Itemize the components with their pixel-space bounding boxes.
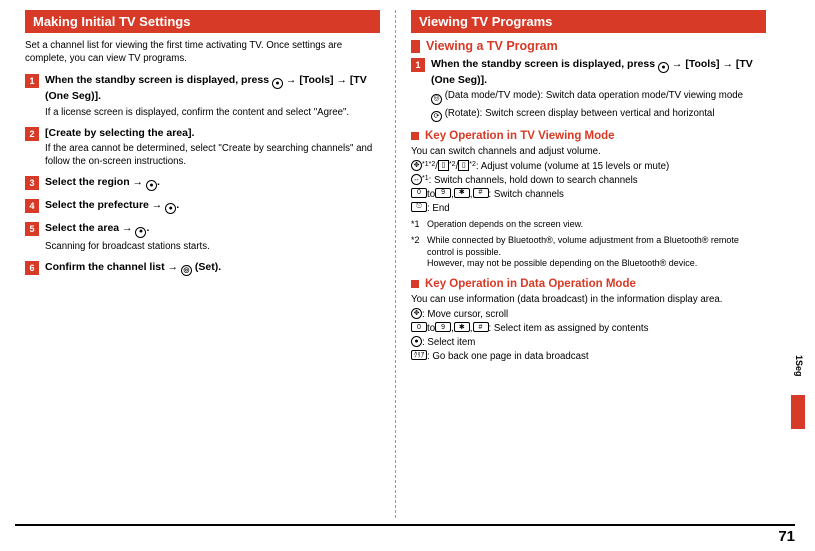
step-title: When the standby screen is displayed, pr…	[45, 73, 380, 103]
dpad-icon: ✥	[411, 308, 422, 319]
step-title: Select the area → ●.	[45, 221, 380, 237]
right-column: Viewing TV Programs Viewing a TV Program…	[396, 10, 766, 508]
select-line: ●: Select item	[411, 336, 766, 349]
mode-line-2: ⟳ (Rotate): Switch screen display betwee…	[431, 107, 766, 122]
subsection-title: Viewing a TV Program	[411, 39, 766, 53]
key-star: ✱	[454, 322, 470, 332]
step-title: When the standby screen is displayed, pr…	[431, 57, 766, 87]
step-number: 4	[25, 199, 39, 213]
key-end: ⎋	[411, 202, 427, 212]
key-star: ✱	[454, 188, 470, 198]
footnote-1: *1Operation depends on the screen view.	[411, 219, 766, 231]
dpad-icon: ✥	[411, 160, 422, 171]
side-down-icon: ▯	[458, 160, 469, 171]
step-number: 6	[25, 261, 39, 275]
step-number: 1	[411, 58, 425, 72]
number-keys-line: 0 to 9 , ✱ , #: Switch channels	[411, 188, 766, 201]
section-title-right: Viewing TV Programs	[411, 10, 766, 33]
camera-icon: ◎	[431, 94, 442, 105]
side-tab-label: 1Seg	[794, 355, 804, 377]
end-line: ⎋: End	[411, 202, 766, 215]
step-1: 1 When the standby screen is displayed, …	[25, 73, 380, 118]
inner2-intro: You can use information (data broadcast)…	[411, 293, 766, 306]
step-number: 3	[25, 176, 39, 190]
back-line: ｸﾘｱ: Go back one page in data broadcast	[411, 350, 766, 363]
page-number: 71	[15, 524, 795, 545]
key-0: 0	[411, 188, 427, 198]
key-0: 0	[411, 322, 427, 332]
step-title: Select the region → ●.	[45, 175, 380, 191]
side-tab	[791, 395, 805, 429]
inner-section-1: Key Operation in TV Viewing Mode	[411, 130, 766, 142]
step-desc: If a license screen is displayed, confir…	[45, 106, 380, 119]
step-title: Confirm the channel list → ◎ (Set).	[45, 260, 380, 276]
side-up-icon: ▯	[438, 160, 449, 171]
key-clear: ｸﾘｱ	[411, 350, 427, 360]
step-6: 6 Confirm the channel list → ◎ (Set).	[25, 260, 380, 276]
rotate-icon: ⟳	[431, 111, 442, 122]
center-key-icon: ●	[411, 336, 422, 347]
step-desc: Scanning for broadcast stations starts.	[45, 240, 380, 253]
volume-line: ✥*1*2/▯*2/▯*2 : Adjust volume (volume at…	[411, 160, 766, 173]
mode-line-1: ◎ (Data mode/TV mode): Switch data opera…	[431, 89, 766, 104]
step-4: 4 Select the prefecture → ●.	[25, 198, 380, 214]
left-intro: Set a channel list for viewing the first…	[25, 39, 380, 65]
key-hash: #	[473, 322, 489, 332]
key-9: 9	[435, 188, 451, 198]
right-step-1: 1 When the standby screen is displayed, …	[411, 57, 766, 122]
dpad-lr-icon: ↔	[411, 174, 422, 185]
step-number: 1	[25, 74, 39, 88]
step-2: 2 [Create by selecting the area]. If the…	[25, 126, 380, 168]
select-item-line: 0 to 9 , ✱ , #: Select item as assigned …	[411, 322, 766, 335]
left-column: Making Initial TV Settings Set a channel…	[25, 10, 395, 508]
key-hash: #	[473, 188, 489, 198]
step-title: Select the prefecture → ●.	[45, 198, 380, 214]
step-5: 5 Select the area → ●. Scanning for broa…	[25, 221, 380, 252]
footnote-2: *2While connected by Bluetooth®, volume …	[411, 235, 766, 270]
step-number: 5	[25, 222, 39, 236]
step-title: [Create by selecting the area].	[45, 126, 380, 140]
step-number: 2	[25, 127, 39, 141]
section-title-left: Making Initial TV Settings	[25, 10, 380, 33]
cursor-line: ✥: Move cursor, scroll	[411, 308, 766, 321]
step-desc: If the area cannot be determined, select…	[45, 142, 380, 168]
inner1-intro: You can switch channels and adjust volum…	[411, 145, 766, 158]
key-9: 9	[435, 322, 451, 332]
switch-channels-line: ↔*1: Switch channels, hold down to searc…	[411, 174, 766, 187]
step-3: 3 Select the region → ●.	[25, 175, 380, 191]
inner-section-2: Key Operation in Data Operation Mode	[411, 278, 766, 290]
